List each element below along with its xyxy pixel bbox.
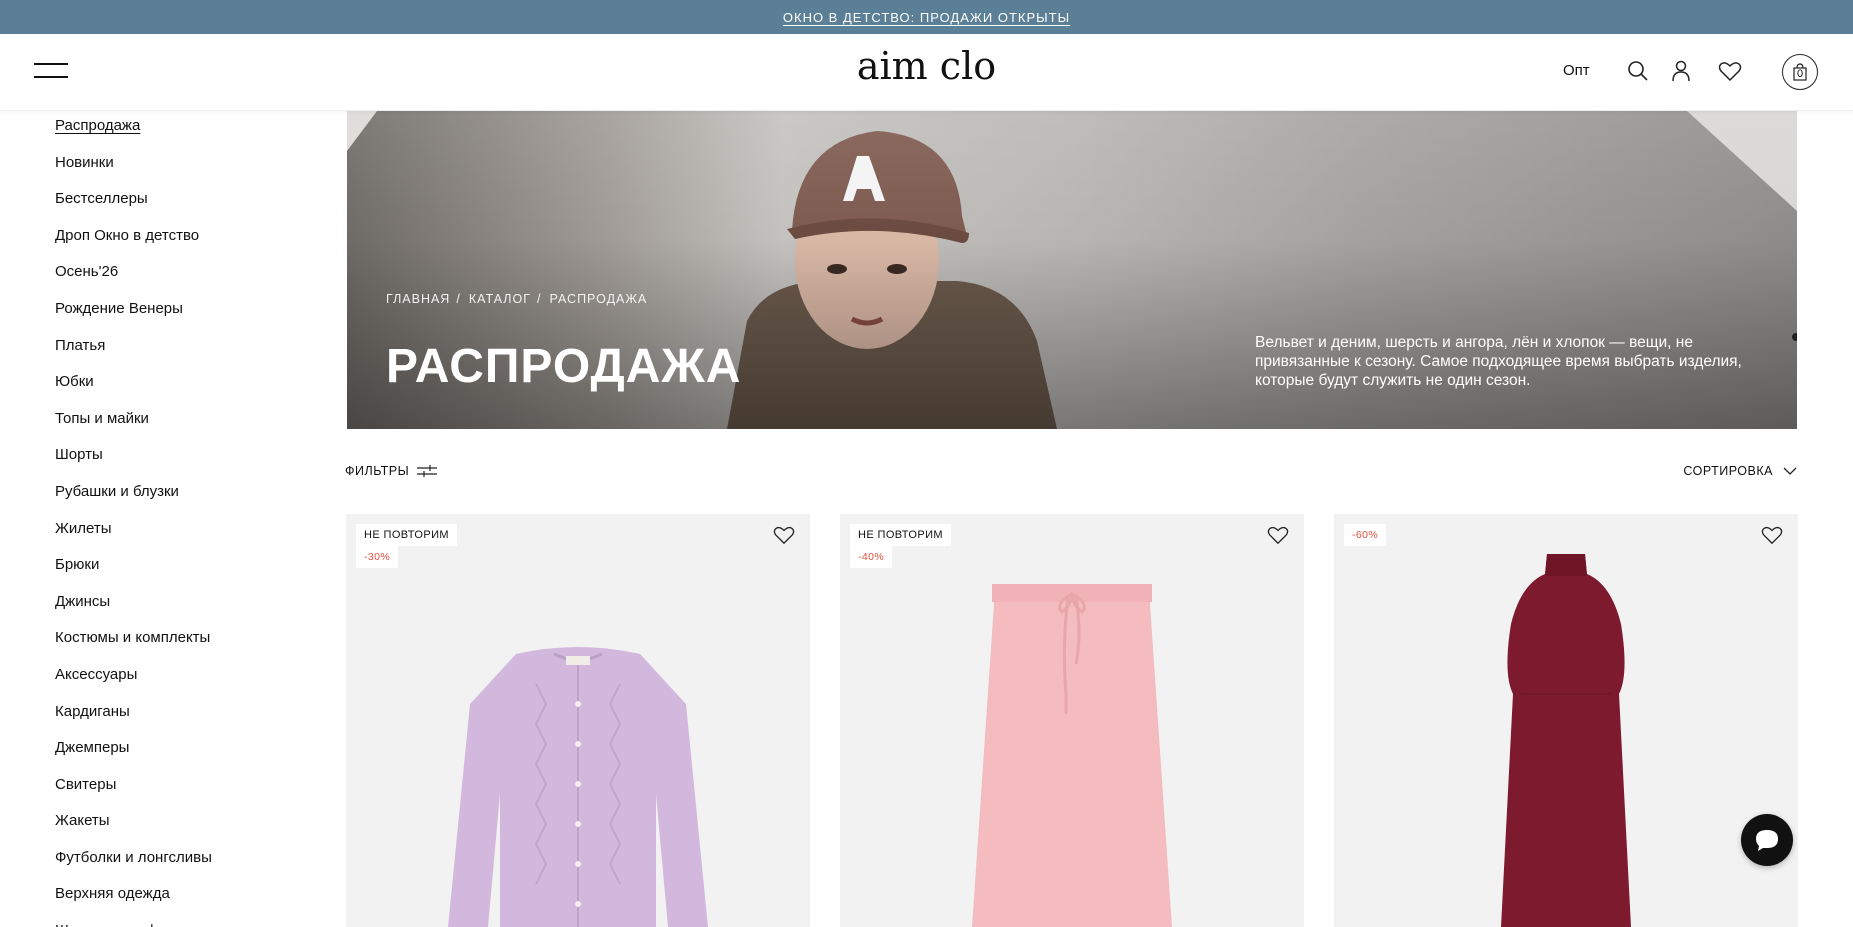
category-list: Распродажа Новинки Бестселлеры Дроп Окно в … (0, 111, 330, 927)
status-badge: НЕ ПОВТОРИМ (356, 524, 457, 546)
sidebar-item[interactable]: Аксессуары (55, 666, 330, 703)
site-header: aim clo Опт 0 (0, 34, 1853, 111)
announcement-bar: ОКНО В ДЕТСТВО: ПРОДАЖИ ОТКРЫТЫ (0, 0, 1853, 34)
sidebar-item-label: Костюмы и комплекты (55, 629, 211, 647)
sidebar-item-label: Джемперы (55, 739, 130, 757)
sidebar-item[interactable]: Брюки (55, 556, 330, 593)
sidebar-item-label: Жилеты (55, 519, 112, 537)
sidebar-item[interactable]: Жилеты (55, 520, 330, 557)
search-icon[interactable] (1625, 58, 1651, 84)
category-sidebar: Распродажа Новинки Бестселлеры Дроп Окно в … (0, 111, 330, 927)
chat-bubble-icon (1756, 830, 1778, 851)
sidebar-item-label: Футболки и лонгсливы (55, 848, 212, 866)
sidebar-item-label: Джинсы (55, 592, 111, 610)
sidebar-item-label: Распродажа (55, 117, 141, 134)
sidebar-item-label: Платья (55, 336, 106, 354)
filters-label: ФИЛЬТРЫ (345, 464, 410, 478)
sidebar-item[interactable]: Распродажа (55, 117, 330, 154)
sidebar-item[interactable]: Джемперы (55, 739, 330, 776)
sidebar-item-label: Рождение Венеры (55, 299, 183, 317)
discount-badge: -60% (1344, 524, 1387, 546)
sidebar-item[interactable]: Юбки (55, 373, 330, 410)
sidebar-item-label: Бестселлеры (55, 190, 148, 208)
announcement-link[interactable]: ОКНО В ДЕТСТВО: ПРОДАЖИ ОТКРЫТЫ (783, 10, 1070, 25)
sidebar-item-label: Дроп Окно в детство (55, 226, 200, 244)
product-card[interactable]: НЕ ПОВТОРИМ -30% (346, 514, 810, 927)
wholesale-link[interactable]: Опт (1563, 62, 1590, 79)
product-image-skirt (972, 584, 1172, 927)
heart-icon[interactable] (1717, 58, 1743, 84)
sort-dropdown[interactable]: СОРТИРОВКА (1683, 464, 1797, 478)
chevron-down-icon (1783, 467, 1797, 475)
page-title: РАСПРОДАЖА (386, 340, 742, 393)
sidebar-item-label: Новинки (55, 153, 114, 171)
sidebar-item-label: Жакеты (55, 812, 110, 830)
discount-badge: -30% (356, 546, 399, 568)
sidebar-item-label: Свитеры (55, 775, 117, 793)
product-image-cardigan (448, 647, 708, 927)
sidebar-item[interactable]: Дроп Окно в детство (55, 227, 330, 264)
breadcrumb-separator: / (537, 292, 542, 306)
product-badges: -60% (1344, 524, 1387, 546)
sliders-icon (417, 465, 438, 477)
sort-label: СОРТИРОВКА (1683, 464, 1773, 478)
sidebar-item-label: Брюки (55, 556, 100, 574)
user-icon[interactable] (1668, 58, 1694, 84)
hero-banner: ГЛАВНАЯ / КАТАЛОГ / РАСПРОДАЖА РАСПРОДАЖА Ве… (347, 111, 1797, 429)
breadcrumb-separator: / (456, 292, 461, 306)
sidebar-item[interactable]: Новинки (55, 154, 330, 191)
sidebar-item[interactable]: Бестселлеры (55, 190, 330, 227)
sidebar-item-label: Осень'26 (55, 263, 119, 281)
heart-icon[interactable] (1760, 524, 1784, 546)
product-grid: НЕ ПОВТОРИМ -30% НЕ ПОВТОРИМ -40% -60% (346, 514, 1798, 927)
sidebar-item[interactable]: Топы и майки (55, 410, 330, 447)
cart-button[interactable]: 0 (1782, 54, 1818, 90)
sidebar-item[interactable]: Верхняя одежда (55, 885, 330, 922)
sidebar-item[interactable]: Футболки и лонгсливы (55, 849, 330, 886)
sidebar-item-label: Юбки (55, 373, 94, 391)
status-badge: НЕ ПОВТОРИМ (850, 524, 951, 546)
heart-icon[interactable] (1266, 524, 1290, 546)
breadcrumb-current: РАСПРОДАЖА (549, 292, 648, 306)
sidebar-item[interactable]: Осень'26 (55, 263, 330, 300)
sidebar-item[interactable]: Джинсы (55, 593, 330, 630)
sidebar-item[interactable]: Платья (55, 337, 330, 374)
product-card[interactable]: -60% (1334, 514, 1798, 927)
sidebar-item[interactable]: Шапки и шарфы (55, 922, 330, 927)
sidebar-item-label: Верхняя одежда (55, 885, 170, 903)
breadcrumb-home[interactable]: ГЛАВНАЯ (386, 292, 450, 306)
product-badges: НЕ ПОВТОРИМ -30% (356, 524, 457, 568)
product-image-dress (1501, 554, 1631, 927)
sidebar-item[interactable]: Свитеры (55, 776, 330, 813)
sidebar-item-label: Шорты (55, 446, 103, 464)
sidebar-item[interactable]: Костюмы и комплекты (55, 629, 330, 666)
product-card[interactable]: НЕ ПОВТОРИМ -40% (840, 514, 1304, 927)
filters-button[interactable]: ФИЛЬТРЫ (345, 464, 438, 478)
sidebar-item-label: Шапки и шарфы (55, 922, 169, 927)
hero-description: Вельвет и деним, шерсть и ангора, лён и … (1255, 334, 1742, 389)
sidebar-item[interactable]: Рубашки и блузки (55, 483, 330, 520)
catalog-controls: ФИЛЬТРЫ СОРТИРОВКА (345, 456, 1797, 486)
sidebar-item-label: Кардиганы (55, 702, 130, 720)
sidebar-item[interactable]: Шорты (55, 446, 330, 483)
product-badges: НЕ ПОВТОРИМ -40% (850, 524, 951, 568)
menu-icon[interactable] (34, 63, 68, 79)
sidebar-item[interactable]: Жакеты (55, 812, 330, 849)
discount-badge: -40% (850, 546, 893, 568)
sidebar-item[interactable]: Кардиганы (55, 703, 330, 740)
heart-icon[interactable] (772, 524, 796, 546)
sidebar-item-label: Топы и майки (55, 409, 149, 427)
slider-indicator[interactable] (1792, 333, 1797, 341)
breadcrumb-catalog[interactable]: КАТАЛОГ (469, 292, 531, 306)
cart-count: 0 (1796, 68, 1804, 80)
chat-button[interactable] (1741, 814, 1793, 866)
sidebar-item-label: Рубашки и блузки (55, 482, 179, 500)
sidebar-item-label: Аксессуары (55, 665, 138, 683)
sidebar-item[interactable]: Рождение Венеры (55, 300, 330, 337)
breadcrumb: ГЛАВНАЯ / КАТАЛОГ / РАСПРОДАЖА (386, 292, 653, 306)
